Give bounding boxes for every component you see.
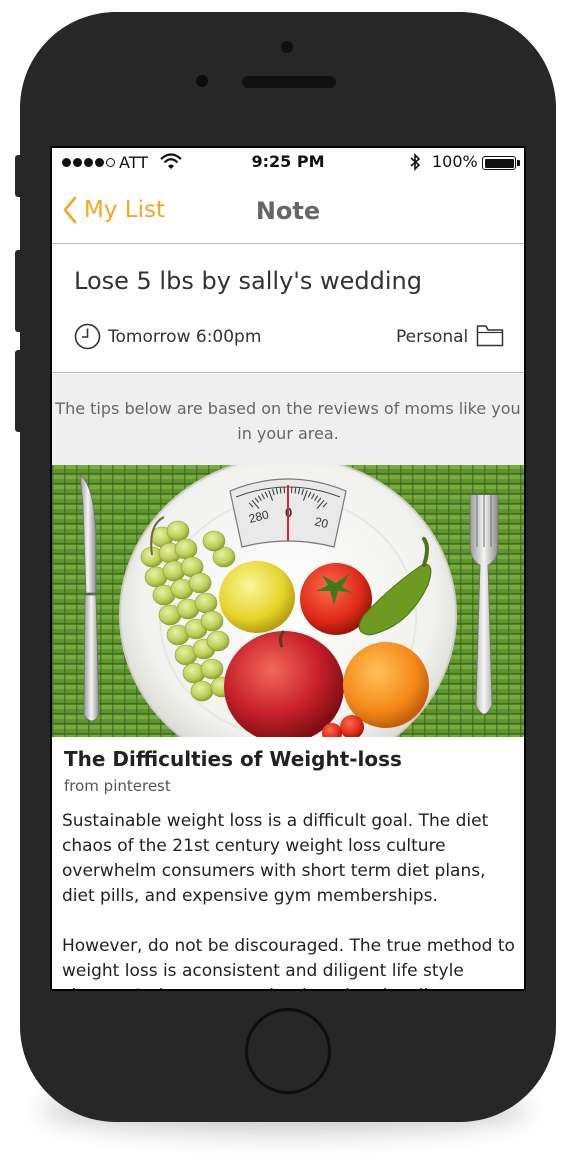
status-bar: ATT 9:25 PM 100% [52,148,524,180]
front-camera [281,41,293,53]
task-due-time[interactable]: Tomorrow 6:00pm [108,327,261,347]
folder-icon[interactable] [476,323,504,347]
battery-percent: 100% [432,152,478,171]
home-button[interactable] [245,1008,331,1094]
phone-screen: ATT 9:25 PM 100% My List Note Lose 5 lbs… [50,146,526,991]
battery-icon [482,156,516,170]
task-details: Lose 5 lbs by sally's wedding Tomorrow 6… [52,245,524,373]
navigation-bar: My List Note [52,180,524,244]
page-title: Note [255,197,321,225]
task-title[interactable]: Lose 5 lbs by sally's wedding [74,267,422,295]
article-image[interactable]: 280 0 20 [52,465,524,737]
article-source[interactable]: from pinterest [64,777,171,795]
battery-tip [517,160,520,166]
tips-banner: The tips below are based on the reviews … [52,374,524,465]
clock-icon [74,323,101,350]
bluetooth-icon [410,153,421,171]
article-paragraph: However, do not be discouraged. The true… [62,936,515,989]
battery-level [484,158,514,168]
article-paragraph: Sustainable weight loss is a difficult g… [62,811,489,906]
article-title[interactable]: The Difficulties of Weight-loss [64,747,402,771]
earpiece-speaker [242,76,336,88]
proximity-sensor [196,75,208,87]
article-body: Sustainable weight loss is a difficult g… [62,809,522,989]
task-category[interactable]: Personal [396,327,468,347]
diet-plate-illustration: 280 0 20 [52,465,524,737]
